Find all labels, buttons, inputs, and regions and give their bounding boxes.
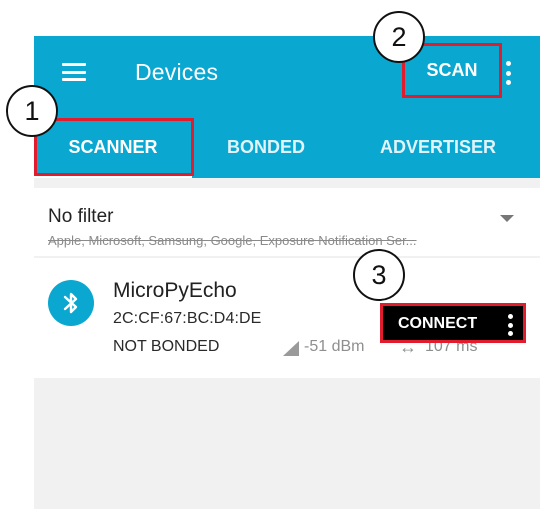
chevron-down-icon[interactable] bbox=[500, 215, 514, 222]
callout-3: 3 bbox=[353, 249, 405, 301]
filter-selector[interactable]: No filter Apple, Microsoft, Samsung, Goo… bbox=[34, 188, 540, 256]
device-list-item[interactable]: MicroPyEcho 2C:CF:67:BC:D4:DE NOT BONDED… bbox=[34, 258, 540, 378]
tab-bonded[interactable]: BONDED bbox=[216, 120, 316, 174]
menu-icon[interactable] bbox=[62, 63, 86, 81]
bluetooth-icon bbox=[48, 280, 94, 326]
active-tab-indicator bbox=[34, 173, 192, 178]
device-address: 2C:CF:67:BC:D4:DE bbox=[113, 310, 262, 327]
rssi-value: -51 dBm bbox=[304, 338, 365, 355]
devices-screen: Devices SCAN SCANNER BONDED ADVERTISER N… bbox=[34, 36, 540, 509]
signal-icon bbox=[283, 341, 299, 356]
annotated-screenshot: Devices SCAN SCANNER BONDED ADVERTISER N… bbox=[0, 0, 540, 509]
overflow-icon[interactable] bbox=[504, 61, 512, 85]
page-title: Devices bbox=[135, 59, 219, 85]
callout-2: 2 bbox=[373, 11, 425, 63]
callout-1: 1 bbox=[6, 85, 58, 137]
device-name: MicroPyEcho bbox=[113, 279, 237, 302]
connect-label: CONNECT bbox=[398, 315, 478, 332]
tab-scanner[interactable]: SCANNER bbox=[34, 120, 192, 174]
bond-status: NOT BONDED bbox=[113, 338, 220, 355]
overflow-icon[interactable] bbox=[507, 314, 513, 336]
filter-subtitle: Apple, Microsoft, Samsung, Google, Expos… bbox=[48, 233, 417, 248]
tab-advertiser[interactable]: ADVERTISER bbox=[352, 120, 524, 174]
app-toolbar: Devices SCAN SCANNER BONDED ADVERTISER bbox=[34, 36, 540, 178]
connect-button[interactable]: CONNECT bbox=[380, 303, 526, 343]
filter-title: No filter bbox=[48, 206, 114, 227]
